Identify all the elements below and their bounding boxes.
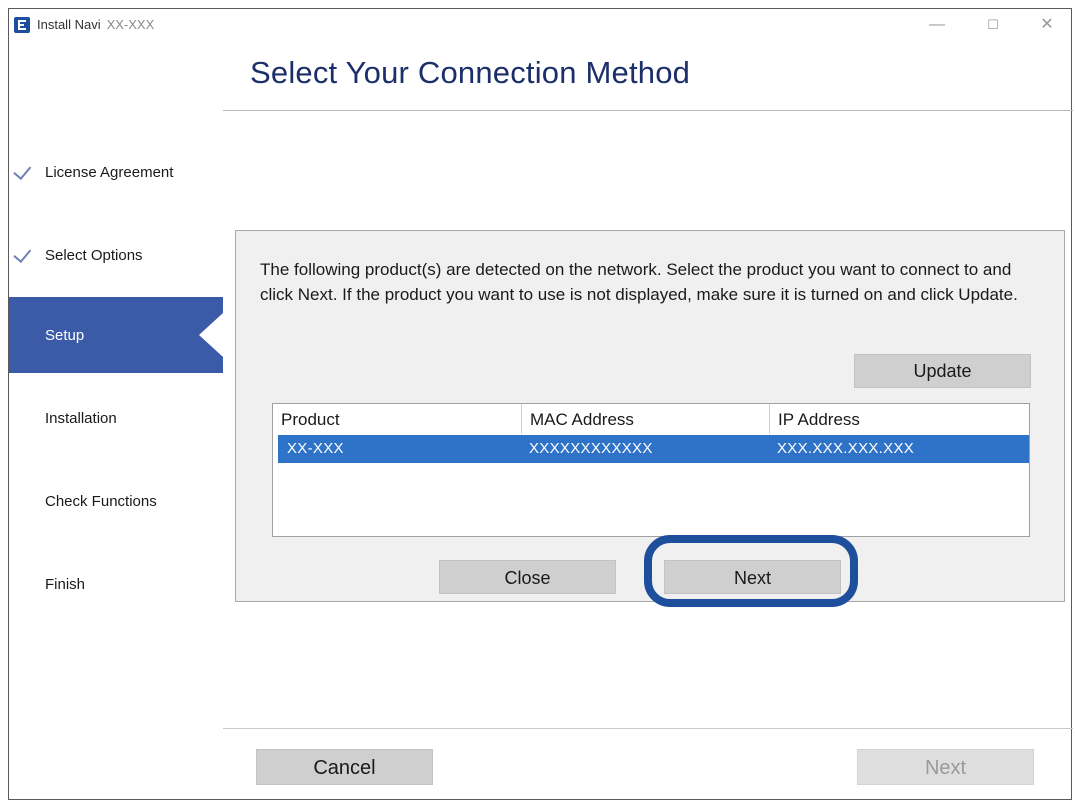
title-bar: Install Navi XX-XXX — ☐ ✕	[9, 9, 1071, 41]
column-header-ip-address[interactable]: IP Address	[769, 404, 1029, 434]
product-detection-panel: The following product(s) are detected on…	[235, 230, 1065, 607]
footer-divider	[223, 728, 1073, 729]
step-label: Select Options	[45, 247, 143, 264]
installer-window: Install Navi XX-XXX — ☐ ✕ License Agreeme…	[8, 8, 1073, 800]
column-header-mac-address[interactable]: MAC Address	[521, 404, 769, 434]
column-header-product[interactable]: Product	[273, 404, 521, 434]
close-button[interactable]: Close	[439, 560, 616, 594]
steps-sidebar: License Agreement Select Options Setup I…	[9, 41, 223, 799]
table-row[interactable]: XX-XXX XXXXXXXXXXXX XXX.XXX.XXX.XXX	[278, 435, 1029, 463]
product-table: Product MAC Address IP Address XX-XXX XX…	[272, 403, 1030, 537]
window-title: Install Navi XX-XXX	[37, 17, 154, 32]
close-window-button[interactable]: ✕	[1025, 13, 1069, 37]
mac-address-cell: XXXXXXXXXXXX	[529, 440, 653, 457]
ip-address-cell: XXX.XXX.XXX.XXX	[777, 440, 915, 457]
product-cell: XX-XXX	[287, 440, 344, 457]
step-select-options: Select Options	[9, 223, 223, 299]
model-name: XX-XXX	[106, 17, 155, 32]
update-button[interactable]: Update	[854, 354, 1031, 388]
instruction-text: The following product(s) are detected on…	[260, 260, 1018, 304]
step-setup: Setup	[9, 297, 223, 373]
step-label: Setup	[45, 327, 85, 344]
step-label: License Agreement	[45, 164, 174, 181]
step-label: Check Functions	[45, 493, 157, 510]
step-label: Installation	[45, 410, 117, 427]
app-logo-icon	[14, 17, 30, 33]
step-finish: Finish	[9, 552, 223, 628]
step-license-agreement: License Agreement	[9, 140, 223, 216]
step-installation: Installation	[9, 386, 223, 462]
minimize-button[interactable]: —	[915, 13, 959, 37]
cancel-button[interactable]: Cancel	[256, 749, 433, 785]
step-check-functions: Check Functions	[9, 469, 223, 545]
next-button-highlight	[644, 535, 858, 607]
maximize-button[interactable]: ☐	[971, 13, 1015, 37]
footer-next-button[interactable]: Next	[857, 749, 1034, 785]
checkmark-icon	[13, 161, 32, 180]
step-label: Finish	[45, 576, 86, 593]
title-divider	[223, 110, 1073, 111]
checkmark-icon	[13, 244, 32, 263]
page-title: Select Your Connection Method	[250, 55, 691, 90]
app-name: Install Navi	[37, 17, 101, 32]
